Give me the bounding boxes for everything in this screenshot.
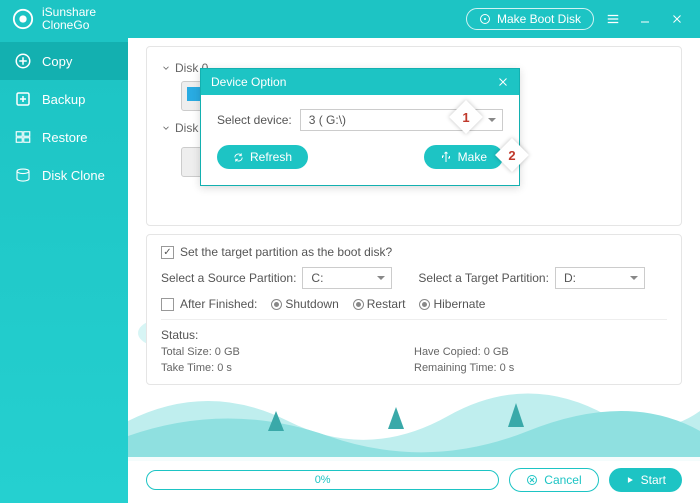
- modal-close-icon[interactable]: [497, 76, 509, 88]
- annotation-callout-2: 2: [495, 138, 529, 172]
- radio-hibernate-label: Hibernate: [433, 297, 485, 311]
- modal-title-text: Device Option: [211, 75, 286, 89]
- make-label: Make: [458, 150, 487, 164]
- minimize-icon: [639, 13, 651, 25]
- chevron-down-icon: [161, 63, 171, 73]
- sidebar-item-label: Copy: [42, 54, 72, 69]
- brand-line2: CloneGo: [42, 19, 96, 32]
- boot-disk-checkbox-label: Set the target partition as the boot dis…: [180, 245, 392, 259]
- brand-logo-icon: [12, 8, 34, 30]
- copy-icon: [14, 52, 32, 70]
- make-button[interactable]: Make: [424, 145, 503, 169]
- select-device-label: Select device:: [217, 113, 292, 127]
- sidebar-item-restore[interactable]: Restore: [0, 118, 128, 156]
- chevron-down-icon: [161, 123, 171, 133]
- sidebar-item-disk-clone[interactable]: Disk Clone: [0, 156, 128, 194]
- radio-hibernate[interactable]: [419, 299, 430, 310]
- radio-shutdown[interactable]: [271, 299, 282, 310]
- select-device-value: 3 ( G:\): [309, 113, 346, 127]
- boot-disk-checkbox[interactable]: ✓: [161, 246, 174, 259]
- sidebar: Copy Backup Restore Disk Clone: [0, 38, 128, 503]
- radio-restart[interactable]: [353, 299, 364, 310]
- annotation-callout-1: 1: [449, 100, 483, 134]
- usb-icon: [440, 151, 452, 163]
- refresh-button[interactable]: Refresh: [217, 145, 308, 169]
- radio-shutdown-label: Shutdown: [285, 297, 338, 311]
- source-partition-value: C:: [311, 271, 323, 285]
- source-partition-label: Select a Source Partition:: [161, 271, 296, 285]
- annotation-number: 1: [454, 105, 478, 129]
- target-partition-value: D:: [564, 271, 576, 285]
- close-icon: [671, 13, 683, 25]
- disc-icon: [479, 13, 491, 25]
- cancel-button[interactable]: Cancel: [509, 468, 598, 492]
- target-partition-label: Select a Target Partition:: [418, 271, 549, 285]
- windows-flag-icon: [187, 87, 201, 101]
- disk-clone-icon: [14, 166, 32, 184]
- after-finished-checkbox[interactable]: [161, 298, 174, 311]
- cancel-icon: [526, 474, 538, 486]
- close-button[interactable]: [664, 6, 690, 32]
- status-take-time: Take Time: 0 s: [161, 362, 414, 374]
- disk1-label: Disk: [175, 121, 198, 135]
- make-boot-label: Make Boot Disk: [497, 12, 581, 26]
- refresh-label: Refresh: [250, 150, 292, 164]
- progress-bar: 0%: [146, 470, 499, 490]
- backup-icon: [14, 90, 32, 108]
- sidebar-item-backup[interactable]: Backup: [0, 80, 128, 118]
- radio-restart-label: Restart: [367, 297, 406, 311]
- start-label: Start: [641, 473, 666, 487]
- menu-button[interactable]: [600, 6, 626, 32]
- play-icon: [625, 475, 635, 485]
- hamburger-icon: [606, 12, 620, 26]
- minimize-button[interactable]: [632, 6, 658, 32]
- status-remaining: Remaining Time: 0 s: [414, 362, 667, 374]
- status-total-size: Total Size: 0 GB: [161, 346, 414, 358]
- sidebar-item-label: Restore: [42, 130, 88, 145]
- start-button[interactable]: Start: [609, 468, 682, 492]
- source-partition-select[interactable]: C:: [302, 267, 392, 289]
- modal-titlebar: Device Option: [201, 69, 519, 95]
- sidebar-item-copy[interactable]: Copy: [0, 42, 128, 80]
- brand: iSunshare CloneGo: [12, 6, 96, 32]
- after-finished-label: After Finished:: [180, 297, 257, 311]
- sidebar-item-label: Backup: [42, 92, 85, 107]
- status-have-copied: Have Copied: 0 GB: [414, 346, 667, 358]
- cancel-label: Cancel: [544, 473, 581, 487]
- footer: 0% Cancel Start: [128, 457, 700, 503]
- refresh-icon: [233, 152, 244, 163]
- sidebar-item-label: Disk Clone: [42, 168, 105, 183]
- progress-value: 0%: [315, 474, 331, 486]
- annotation-number: 2: [500, 143, 524, 167]
- options-panel: ✓ Set the target partition as the boot d…: [146, 234, 682, 385]
- restore-icon: [14, 128, 32, 146]
- titlebar: iSunshare CloneGo Make Boot Disk: [0, 0, 700, 38]
- make-boot-disk-button[interactable]: Make Boot Disk: [466, 8, 594, 30]
- target-partition-select[interactable]: D:: [555, 267, 645, 289]
- status-heading: Status:: [161, 328, 667, 342]
